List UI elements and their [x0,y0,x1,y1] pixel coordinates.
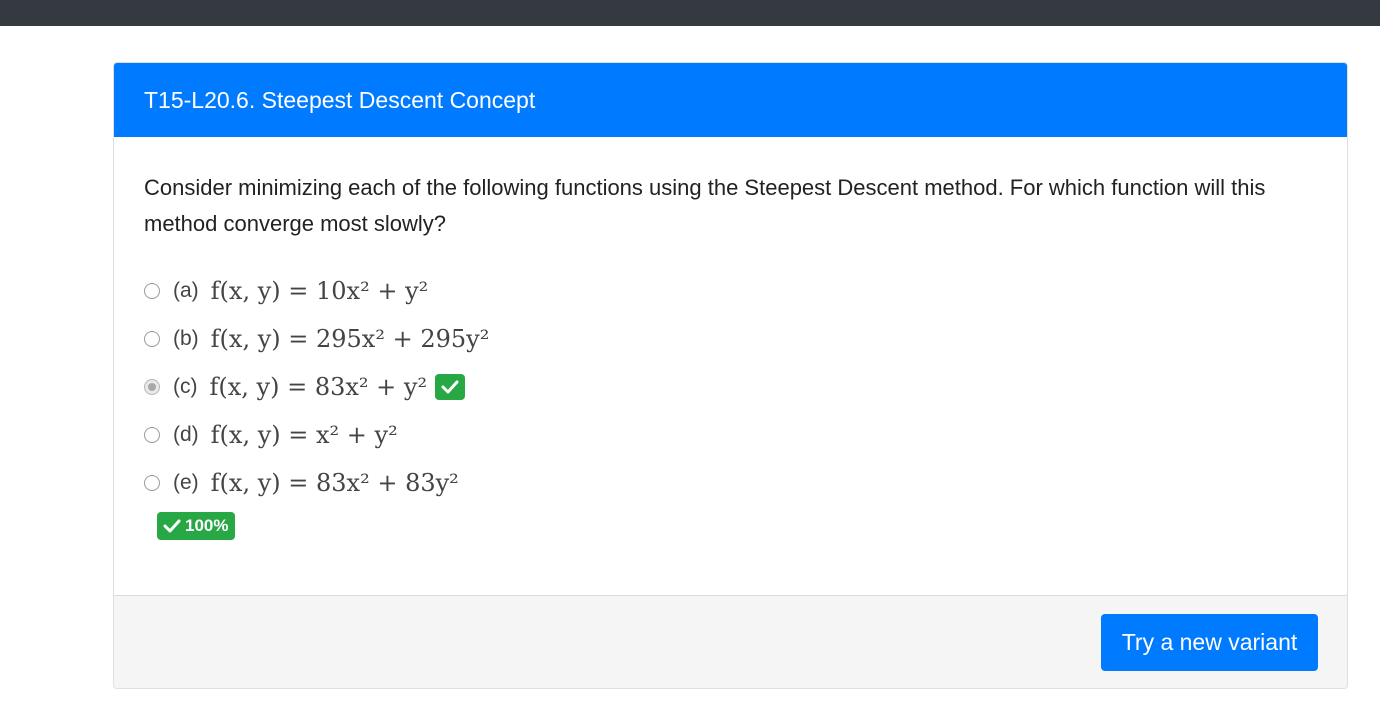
card-body: Consider minimizing each of the followin… [114,137,1347,595]
option-e[interactable]: (e) f(x, y) = 83x² + 83y² [144,459,489,507]
radio-option-e[interactable] [144,475,160,491]
try-new-variant-button[interactable]: Try a new variant [1101,614,1318,671]
radio-option-b[interactable] [144,331,160,347]
option-key: (e) [173,471,199,494]
score-badge: 100% [157,512,236,540]
option-formula: f(x, y) = 83x² + 83y² [210,469,459,497]
option-formula: f(x, y) = 10x² + y² [210,277,429,305]
option-key: (c) [173,375,198,398]
option-formula: f(x, y) = x² + y² [210,421,398,449]
option-d[interactable]: (d) f(x, y) = x² + y² [144,411,489,459]
radio-option-a[interactable] [144,283,160,299]
answer-options: (a) f(x, y) = 10x² + y² (b) f(x, y) = 29… [144,267,489,507]
radio-option-c[interactable] [144,379,160,395]
option-a[interactable]: (a) f(x, y) = 10x² + y² [144,267,489,315]
option-formula: f(x, y) = 295x² + 295y² [210,325,490,353]
question-card: T15-L20.6. Steepest Descent Concept Cons… [113,62,1348,689]
question-text: Consider minimizing each of the followin… [144,175,1266,236]
correct-check-icon [435,374,466,400]
question-title: T15-L20.6. Steepest Descent Concept [144,86,536,113]
option-key: (d) [173,423,199,446]
option-formula: f(x, y) = 83x² + y² [209,373,428,401]
score-label: 100% [185,516,229,535]
option-b[interactable]: (b) f(x, y) = 295x² + 295y² [144,315,489,363]
card-footer: Try a new variant [114,595,1347,688]
option-key: (b) [173,327,199,350]
option-key: (a) [173,279,199,302]
radio-option-d[interactable] [144,427,160,443]
check-icon [163,519,181,533]
top-navbar [0,0,1380,26]
card-header: T15-L20.6. Steepest Descent Concept [114,63,1347,137]
option-c[interactable]: (c) f(x, y) = 83x² + y² [144,363,489,411]
